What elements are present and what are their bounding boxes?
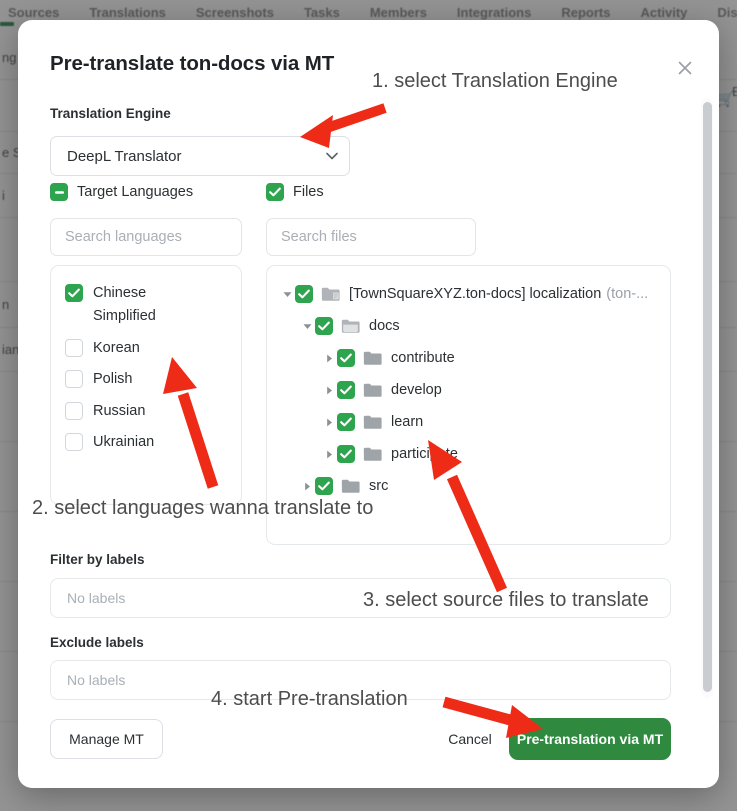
- search-files-input[interactable]: [266, 218, 476, 256]
- chevron-collapsed-icon[interactable]: [321, 386, 337, 395]
- checkbox-indeterminate-icon[interactable]: [50, 183, 68, 201]
- filter-by-labels-label: Filter by labels: [50, 552, 145, 567]
- tree-label: contribute: [391, 350, 455, 366]
- language-item-korean[interactable]: Korean: [51, 333, 241, 364]
- checkbox-checked-icon[interactable]: [65, 284, 83, 302]
- cancel-button[interactable]: Cancel: [430, 719, 510, 759]
- folder-icon: [341, 479, 360, 494]
- tree-label: src: [369, 478, 389, 494]
- chevron-expanded-icon[interactable]: [299, 323, 315, 330]
- pre-translate-modal: Pre-translate ton-docs via MT Translatio…: [18, 20, 719, 788]
- checkbox-checked-icon[interactable]: [337, 413, 355, 431]
- checkbox-checked-icon[interactable]: [315, 477, 333, 495]
- tree-label: [TownSquareXYZ.ton-docs] localization: [349, 286, 602, 302]
- close-icon[interactable]: [673, 56, 697, 80]
- target-languages-label: Target Languages: [77, 184, 194, 200]
- checkbox-checked-icon[interactable]: [266, 183, 284, 201]
- tree-row[interactable]: src: [273, 470, 664, 502]
- chevron-collapsed-icon[interactable]: [321, 354, 337, 363]
- checkbox-unchecked-icon[interactable]: [65, 370, 83, 389]
- chevron-expanded-icon[interactable]: [279, 291, 295, 298]
- filter-by-labels-value: No labels: [67, 590, 126, 606]
- pre-translation-via-mt-button[interactable]: Pre-translation via MT: [509, 718, 671, 760]
- checkbox-checked-icon[interactable]: [337, 349, 355, 367]
- checkbox-checked-icon[interactable]: [337, 381, 355, 399]
- checkbox-unchecked-icon[interactable]: [65, 401, 83, 420]
- translation-engine-select[interactable]: DeepL Translator: [50, 136, 350, 176]
- folder-repo-icon: [321, 287, 340, 302]
- folder-icon: [363, 415, 382, 430]
- language-item-ukrainian[interactable]: Ukrainian: [51, 427, 241, 458]
- tree-label: participate: [391, 446, 458, 462]
- chevron-collapsed-icon[interactable]: [321, 418, 337, 427]
- exclude-labels-value: No labels: [67, 672, 126, 688]
- target-languages-panel: Chinese Simplified Korean Polish Russian…: [50, 265, 242, 505]
- language-label: Chinese Simplified: [93, 285, 156, 325]
- tree-row[interactable]: contribute: [273, 342, 664, 374]
- tree-row[interactable]: learn: [273, 406, 664, 438]
- folder-open-icon: [341, 319, 360, 334]
- search-languages-input[interactable]: [50, 218, 242, 256]
- target-languages-toggle[interactable]: Target Languages: [50, 183, 193, 201]
- checkbox-checked-icon[interactable]: [295, 285, 313, 303]
- chevron-collapsed-icon[interactable]: [321, 450, 337, 459]
- checkbox-unchecked-icon[interactable]: [65, 338, 83, 357]
- manage-mt-button[interactable]: Manage MT: [50, 719, 163, 759]
- tree-row[interactable]: [TownSquareXYZ.ton-docs] localization (t…: [273, 278, 664, 310]
- tree-label-suffix: (ton-...: [606, 286, 649, 302]
- language-item-polish[interactable]: Polish: [51, 364, 241, 395]
- exclude-labels-label: Exclude labels: [50, 635, 144, 650]
- translation-engine-select-wrap: DeepL Translator: [50, 136, 350, 176]
- folder-icon: [363, 447, 382, 462]
- tree-row[interactable]: develop: [273, 374, 664, 406]
- page-title: Pre-translate ton-docs via MT: [50, 52, 335, 75]
- tree-label: docs: [369, 318, 400, 334]
- filter-by-labels-field[interactable]: No labels: [50, 578, 671, 618]
- checkbox-unchecked-icon[interactable]: [65, 433, 83, 452]
- tree-label: learn: [391, 414, 424, 430]
- language-item-russian[interactable]: Russian: [51, 396, 241, 427]
- tree-label: develop: [391, 382, 442, 398]
- language-label: Ukrainian: [93, 434, 155, 451]
- translation-engine-label: Translation Engine: [50, 106, 171, 121]
- modal-scrollbar-thumb[interactable]: [703, 102, 712, 692]
- exclude-labels-field[interactable]: No labels: [50, 660, 671, 700]
- files-label: Files: [293, 184, 324, 200]
- language-label: Polish: [93, 371, 133, 388]
- folder-icon: [363, 383, 382, 398]
- checkbox-checked-icon[interactable]: [337, 445, 355, 463]
- chevron-collapsed-icon[interactable]: [299, 482, 315, 491]
- files-toggle[interactable]: Files: [266, 183, 324, 201]
- folder-icon: [363, 351, 382, 366]
- tree-row[interactable]: docs: [273, 310, 664, 342]
- language-label: Russian: [93, 402, 146, 419]
- language-label: Korean: [93, 339, 140, 356]
- tree-row[interactable]: participate: [273, 438, 664, 470]
- language-item-chinese-simplified[interactable]: Chinese Simplified: [51, 278, 241, 333]
- files-tree-panel: [TownSquareXYZ.ton-docs] localization (t…: [266, 265, 671, 545]
- checkbox-checked-icon[interactable]: [315, 317, 333, 335]
